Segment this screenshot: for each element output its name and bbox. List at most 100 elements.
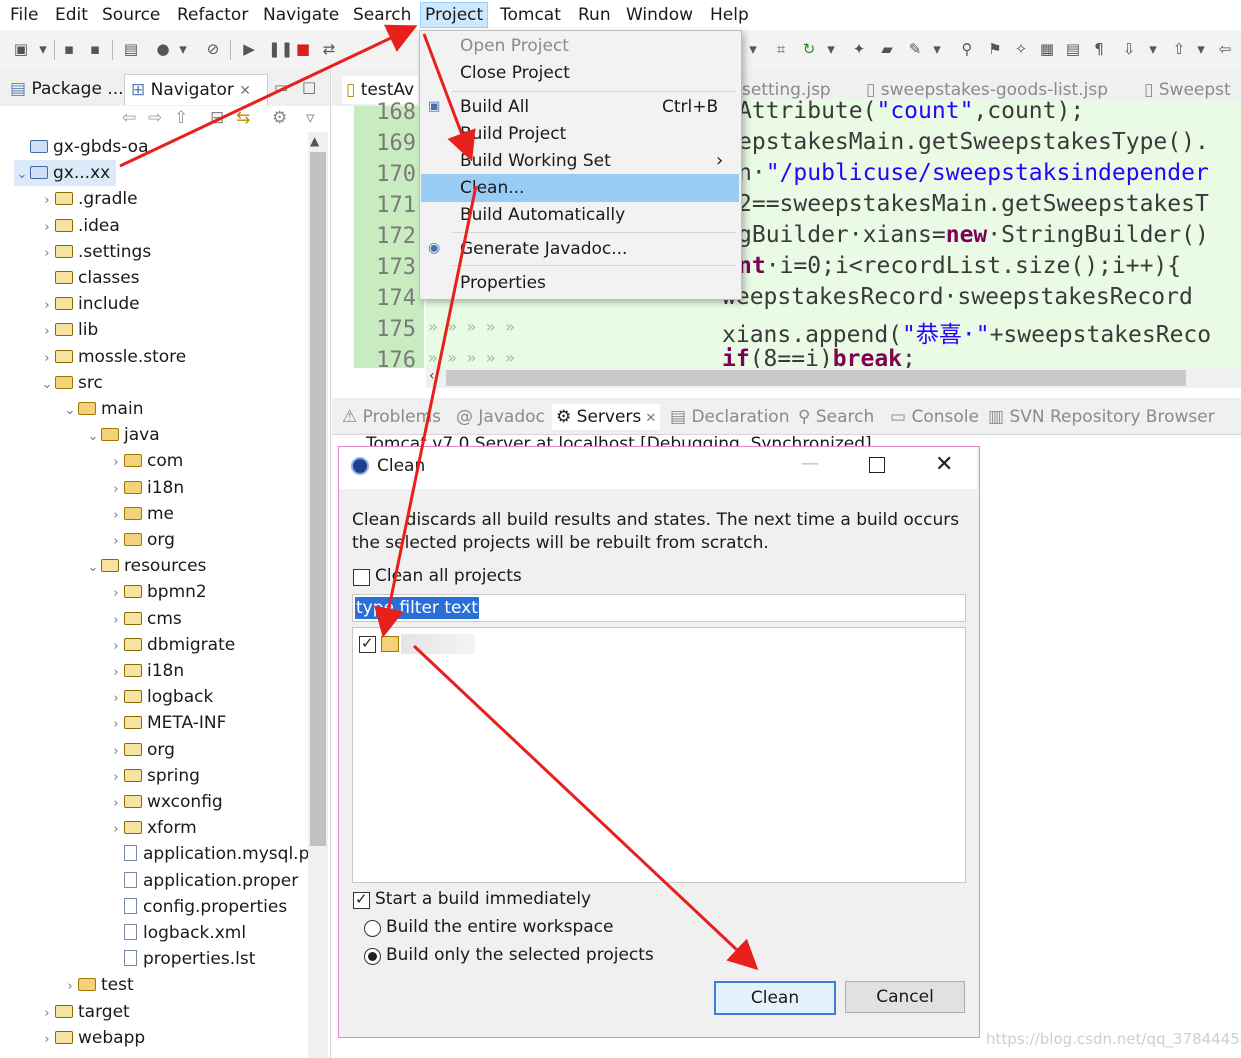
tree-item[interactable]: gx-gbds-oa [14,134,148,160]
menu-search[interactable]: Search [349,3,415,27]
menu-build-automatically[interactable]: Build Automatically [460,202,625,228]
code-text[interactable]: Attribute("count",count); [738,98,1084,124]
tree-item[interactable]: › cms [108,606,181,634]
run-config-icon[interactable]: ● [154,40,172,58]
tree-item[interactable]: ⌄ src [39,370,103,396]
prev-annotation-icon[interactable]: ⇧ [1170,40,1188,58]
back-icon[interactable]: ⇦ [1216,40,1234,58]
tree-item[interactable]: › dbmigrate [108,632,235,658]
chevron-right-icon[interactable]: › [39,293,55,319]
dropdown-arrow-icon[interactable]: ▾ [928,40,946,58]
chevron-down-icon[interactable]: ⌄ [85,555,101,581]
whitespace-icon[interactable]: ¶ [1090,40,1108,58]
dropdown-arrow-icon[interactable]: ▾ [174,40,192,58]
menu-refactor[interactable]: Refactor [173,3,252,27]
chevron-down-icon[interactable]: ⌄ [62,398,78,424]
mark-icon[interactable]: ⚑ [986,40,1004,58]
resume-icon[interactable]: ▶ [240,40,258,58]
filter-input[interactable]: type filter text [352,594,966,622]
menu-project[interactable]: Project [420,2,489,28]
dropdown-arrow-icon[interactable]: ▾ [1144,40,1162,58]
code-text[interactable]: nt·i=0;i<recordList.size();i++){ [738,253,1181,279]
chevron-right-icon[interactable]: › [39,241,55,267]
chevron-right-icon[interactable]: › [39,1001,55,1027]
chevron-right-icon[interactable]: › [108,739,124,765]
open-folder-icon[interactable]: ▰ [878,40,896,58]
scroll-up-icon[interactable]: ▲ [310,134,319,148]
collapse-all-icon[interactable]: ⊟ [210,108,224,128]
menu-navigate[interactable]: Navigate [259,3,343,27]
chevron-right-icon[interactable]: › [108,529,124,555]
tab-console[interactable]: ▭ Console [890,404,979,430]
tree-item[interactable]: › target [39,999,129,1027]
chevron-down-icon[interactable]: ⌄ [14,162,30,188]
tab-declaration[interactable]: ▤ Declaration [670,404,789,430]
tab-search[interactable]: ⚲ Search [798,404,874,430]
forward-icon[interactable]: ⇨ [148,108,162,128]
radio-entire-workspace[interactable] [364,920,381,937]
chevron-right-icon[interactable]: › [39,215,55,241]
tree-item[interactable]: ⌄ gx...xx [14,160,117,188]
minimize-window-icon[interactable]: — [801,453,819,474]
chevron-right-icon[interactable]: › [108,765,124,791]
menu-help[interactable]: Help [706,3,753,27]
tree-item[interactable]: › i18n [108,658,184,684]
editor-hscrollbar-thumb[interactable] [446,370,1186,386]
dropdown-arrow-icon[interactable]: ▾ [822,40,840,58]
server-icon[interactable]: ⌗ [772,40,790,58]
dropdown-arrow-icon[interactable]: ▾ [744,40,762,58]
menu-generate-javadoc[interactable]: Generate Javadoc... [460,236,627,262]
chevron-right-icon[interactable]: › [108,634,124,660]
radio-selected-projects[interactable] [364,948,381,965]
tab-servers[interactable]: ⚙ Servers ✕ [552,404,661,430]
chevron-right-icon[interactable]: › [108,608,124,634]
suspend-icon[interactable]: ❚❚ [268,40,293,58]
code-text[interactable]: n·"/publicuse/sweepstaksindepender [738,160,1209,186]
chevron-right-icon[interactable]: › [108,791,124,817]
annotation-icon[interactable]: ✧ [1012,40,1030,58]
chevron-right-icon[interactable]: › [39,188,55,214]
pin-icon[interactable]: ⚲ [958,40,976,58]
breadcrumb-icon[interactable]: ▤ [1064,40,1082,58]
cancel-button[interactable]: Cancel [845,981,965,1013]
menu-window[interactable]: Window [622,3,697,27]
tree-item[interactable]: › org [108,737,175,763]
menu-file[interactable]: File [6,3,42,27]
code-text[interactable]: xians.append("恭喜·"+sweepstakesReco [722,315,1211,349]
search-tool-icon[interactable]: ✎ [906,40,924,58]
menu-source[interactable]: Source [98,3,164,27]
up-icon[interactable]: ⇧ [174,108,188,128]
project-list[interactable]: ✓ [352,627,966,883]
tree-item[interactable]: › test [62,972,133,1000]
tree-item[interactable]: › .gradle [39,186,137,214]
menu-properties[interactable]: Properties [460,270,546,296]
tree-item[interactable]: › META-INF [108,710,226,736]
tree-scrollbar-thumb[interactable] [310,152,326,846]
back-icon[interactable]: ⇦ [122,108,136,128]
menu-build-project[interactable]: Build Project [460,121,566,147]
tree-item[interactable]: › webapp [39,1025,145,1051]
tree-item[interactable]: › spring [108,763,200,789]
chevron-down-icon[interactable]: ⌄ [85,424,101,450]
menu-tomcat[interactable]: Tomcat [496,3,565,27]
tree-item[interactable]: ⌄ java [85,422,160,448]
menu-close-project[interactable]: Close Project [460,60,570,86]
tab-svn-repository[interactable]: ▥ SVN Repository Browser [988,404,1215,430]
block-select-icon[interactable]: ▦ [1038,40,1056,58]
chevron-right-icon[interactable]: › [108,477,124,503]
tree-item[interactable]: › me [108,501,174,527]
maximize-icon[interactable]: □ [302,78,316,96]
tab-problems[interactable]: ⚠ Problems [342,404,441,430]
tree-item[interactable]: › com [108,448,183,474]
maximize-window-icon[interactable] [869,457,885,473]
tree-item[interactable]: › bpmn2 [108,579,206,607]
tree-item[interactable]: › xform [108,815,196,841]
chevron-right-icon[interactable]: › [108,581,124,607]
server-entry[interactable]: Tomcat v7.0 Server at localhost [Debuggi… [366,434,872,446]
chevron-right-icon[interactable]: › [62,974,78,1000]
menu-edit[interactable]: Edit [51,3,92,27]
close-icon[interactable]: ✕ [239,83,251,99]
chevron-right-icon[interactable]: › [108,450,124,476]
tree-item[interactable]: application.mysql.p [108,841,308,867]
terminate-icon[interactable]: ■ [294,40,312,58]
